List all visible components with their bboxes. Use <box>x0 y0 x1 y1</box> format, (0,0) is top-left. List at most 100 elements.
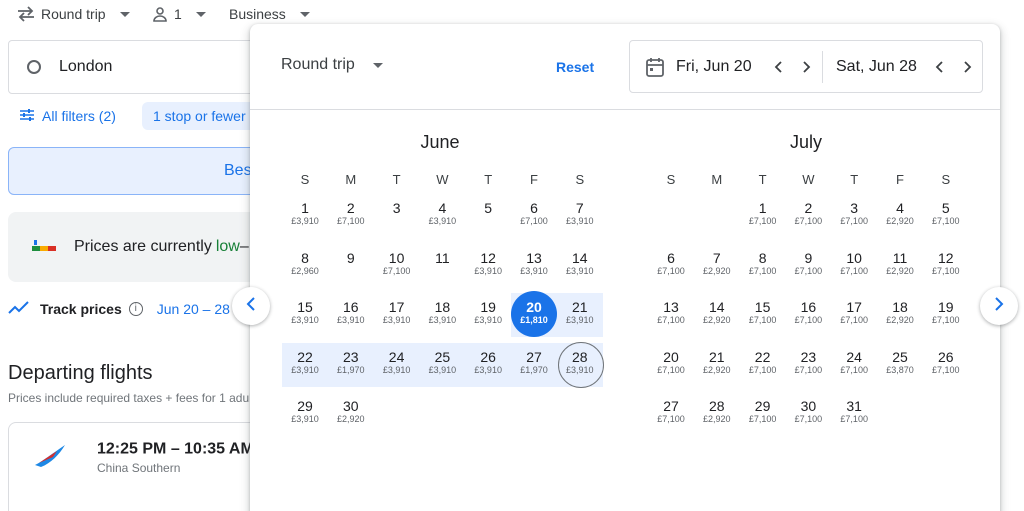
calendar-day[interactable]: 24 £7,100 <box>831 341 877 387</box>
departure-prev-icon[interactable] <box>771 59 787 75</box>
day-number: 16 <box>800 299 817 315</box>
day-number: 18 <box>892 299 908 315</box>
reset-button[interactable]: Reset <box>556 59 594 75</box>
departure-date-input[interactable]: Fri, Jun 20 <box>676 58 752 76</box>
chevron-right-icon <box>992 296 1006 317</box>
calendar-day[interactable]: 23 £7,100 <box>785 341 831 387</box>
day-price: £3,910 <box>428 216 457 226</box>
calendar-day[interactable]: 21 £3,910 <box>557 291 603 337</box>
calendar-day[interactable]: 27 £1,970 <box>511 341 557 387</box>
calendar-day[interactable]: 4 £2,920 <box>877 192 923 238</box>
calendar-day[interactable]: 31 £7,100 <box>831 390 877 436</box>
calendar-day[interactable]: 5 £7,100 <box>923 192 969 238</box>
day-price: £3,910 <box>337 315 365 325</box>
calendar-day[interactable]: 15 £3,910 <box>282 291 328 337</box>
calendar-day[interactable]: 30 £7,100 <box>785 390 831 436</box>
calendar-day[interactable]: 13 £3,910 <box>511 242 557 288</box>
calendar-day[interactable]: 28 £3,910 <box>557 341 604 388</box>
calendar-day[interactable]: 30 £2,920 <box>328 390 374 436</box>
return-prev-icon[interactable] <box>932 59 948 75</box>
calendar-day[interactable]: 3 <box>374 192 420 238</box>
weekday-header: S <box>300 172 310 187</box>
calendar-day[interactable]: 26 £7,100 <box>923 341 969 387</box>
calendar-day[interactable]: 16 £7,100 <box>785 291 831 337</box>
calendar-day[interactable]: 29 £7,100 <box>740 390 786 436</box>
calendar-day[interactable]: 25 £3,870 <box>877 341 923 387</box>
track-dates: Jun 20 – 28 <box>156 301 230 317</box>
calendar-day[interactable]: 19 £7,100 <box>923 291 969 337</box>
calendar-day[interactable]: 17 £3,910 <box>374 291 420 337</box>
return-next-icon[interactable] <box>959 59 975 75</box>
day-number: 19 <box>938 299 954 315</box>
calendar-day[interactable]: 28 £2,920 <box>694 390 740 436</box>
all-filters-button[interactable]: All filters (2) <box>8 108 128 125</box>
calendar-day[interactable]: 21 £2,920 <box>694 341 740 387</box>
weekday-header: W <box>436 172 449 187</box>
info-icon[interactable]: i <box>128 302 143 316</box>
next-month-button[interactable] <box>980 287 1018 325</box>
calendar-trip-type-dropdown[interactable]: Round trip <box>281 56 383 74</box>
calendar-day[interactable]: 1 £3,910 <box>282 192 328 238</box>
calendar-day[interactable]: 5 <box>465 192 511 238</box>
calendar-day[interactable]: 25 £3,910 <box>419 341 465 387</box>
calendar-day[interactable]: 14 £3,910 <box>557 242 603 288</box>
calendar-day[interactable]: 8 £7,100 <box>740 242 786 288</box>
calendar-day[interactable]: 16 £3,910 <box>328 291 374 337</box>
calendar-day[interactable]: 22 £3,910 <box>282 341 328 387</box>
calendar-day[interactable]: 19 £3,910 <box>465 291 511 337</box>
day-number: 12 <box>938 249 954 266</box>
calendar-day[interactable]: 22 £7,100 <box>740 341 786 387</box>
calendar-day[interactable]: 27 £7,100 <box>648 390 694 436</box>
calendar-day[interactable]: 4 £3,910 <box>419 192 465 238</box>
return-date-input[interactable]: Sat, Jun 28 <box>836 58 917 76</box>
day-number: 31 <box>846 398 862 414</box>
calendar-day[interactable]: 11 £2,920 <box>877 242 923 288</box>
chevron-down-icon <box>119 11 130 17</box>
day-number: 14 <box>572 249 588 266</box>
calendar-day[interactable]: 20 £1,810 <box>511 291 557 337</box>
day-number: 13 <box>526 249 542 266</box>
calendar-day[interactable]: 20 £7,100 <box>648 341 694 387</box>
calendar-day[interactable]: 18 £3,910 <box>419 291 465 337</box>
calendar-day[interactable]: 7 £3,910 <box>557 192 603 238</box>
calendar-day[interactable]: 9 £7,100 <box>785 242 831 288</box>
calendar-day[interactable]: 17 £7,100 <box>831 291 877 337</box>
calendar-day[interactable]: 14 £2,920 <box>694 291 740 337</box>
calendar-day[interactable]: 2 £7,100 <box>328 192 374 238</box>
day-price: £1,970 <box>520 364 548 375</box>
calendar-day[interactable]: 12 £3,910 <box>465 242 511 288</box>
day-number: 21 <box>572 299 588 315</box>
calendar-day[interactable]: 8 £2,960 <box>282 242 328 288</box>
calendar-day[interactable]: 10 £7,100 <box>374 242 420 288</box>
calendar-day[interactable]: 2 £7,100 <box>785 192 831 238</box>
calendar-day[interactable]: 6 £7,100 <box>511 192 557 238</box>
calendar-day[interactable]: 9 <box>328 242 374 288</box>
day-number: 20 <box>526 299 542 315</box>
calendar-day[interactable]: 29 £3,910 <box>282 390 328 436</box>
day-price: £3,910 <box>291 414 319 424</box>
calendar-day[interactable]: 13 £7,100 <box>648 291 694 337</box>
weekday-header: S <box>941 172 951 187</box>
calendar-day[interactable]: 1 £7,100 <box>740 192 786 238</box>
calendar-day[interactable]: 26 £3,910 <box>465 341 511 387</box>
prev-month-button[interactable] <box>232 287 270 325</box>
calendar-day[interactable]: 24 £3,910 <box>374 341 420 387</box>
calendar-day[interactable]: 3 £7,100 <box>831 192 877 238</box>
passengers-dropdown[interactable]: 1 <box>152 6 206 22</box>
calendar-day[interactable]: 11 <box>419 242 465 288</box>
day-number: 24 <box>846 348 862 365</box>
calendar-day[interactable]: 23 £1,970 <box>328 341 374 387</box>
calendar-day[interactable]: 7 £2,920 <box>694 242 740 288</box>
calendar-day[interactable]: 10 £7,100 <box>831 242 877 288</box>
tune-icon <box>20 108 34 125</box>
day-price: £7,100 <box>932 265 960 276</box>
day-number: 14 <box>709 299 725 315</box>
calendar-day[interactable]: 12 £7,100 <box>923 242 969 288</box>
trip-type-dropdown[interactable]: Round trip <box>17 6 130 22</box>
calendar-day[interactable]: 15 £7,100 <box>740 291 786 337</box>
departure-next-icon[interactable] <box>798 59 814 75</box>
day-price: £3,910 <box>566 216 594 226</box>
calendar-day[interactable]: 18 £2,920 <box>877 291 923 337</box>
cabin-class-dropdown[interactable]: Business <box>229 6 310 22</box>
calendar-day[interactable]: 6 £7,100 <box>648 242 694 288</box>
